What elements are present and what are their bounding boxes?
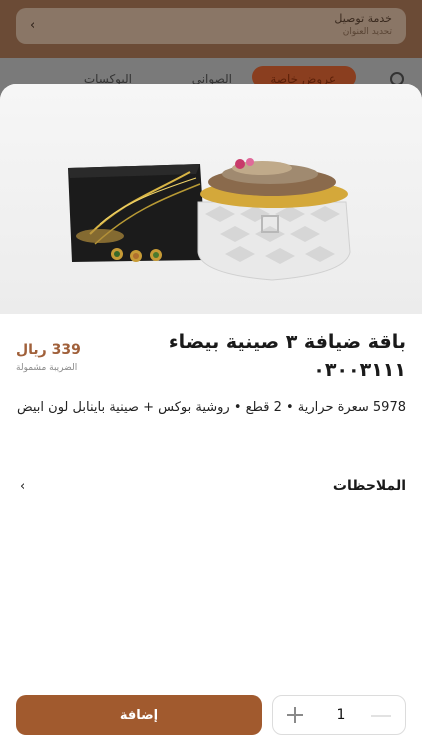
chevron-right-icon: ›: [20, 479, 26, 494]
add-to-cart-button[interactable]: إضافة: [16, 695, 262, 735]
delivery-bar[interactable]: خدمة توصيل تحديد العنوان ›: [16, 8, 406, 44]
product-price: 339 ريال: [16, 342, 81, 358]
product-description: 5978 سعرة حرارية • 2 قطع • روشية بوكس + …: [16, 400, 406, 415]
product-sheet: باقة ضيافة ٣ صينية بيضاء ٠٣٠٠٣١١١ 339 ري…: [0, 84, 422, 750]
delivery-title: خدمة توصيل: [334, 12, 392, 25]
notes-row[interactable]: الملاحظات ›: [0, 470, 422, 504]
product-title: باقة ضيافة ٣ صينية بيضاء ٠٣٠٠٣١١١: [168, 331, 406, 381]
quantity-value: 1: [336, 707, 346, 723]
plus-icon[interactable]: [285, 705, 305, 725]
notes-label: الملاحظات: [332, 478, 406, 494]
minus-icon[interactable]: [371, 715, 391, 717]
tax-note: الضريبة مشمولة: [16, 363, 78, 373]
background-header: خدمة توصيل تحديد العنوان ›: [0, 0, 422, 58]
chevron-left-icon: ›: [30, 18, 36, 33]
product-illustration: [68, 158, 351, 281]
delivery-subtitle: تحديد العنوان: [342, 27, 392, 37]
quantity-stepper: 1: [272, 695, 406, 735]
product-image: [0, 84, 422, 314]
